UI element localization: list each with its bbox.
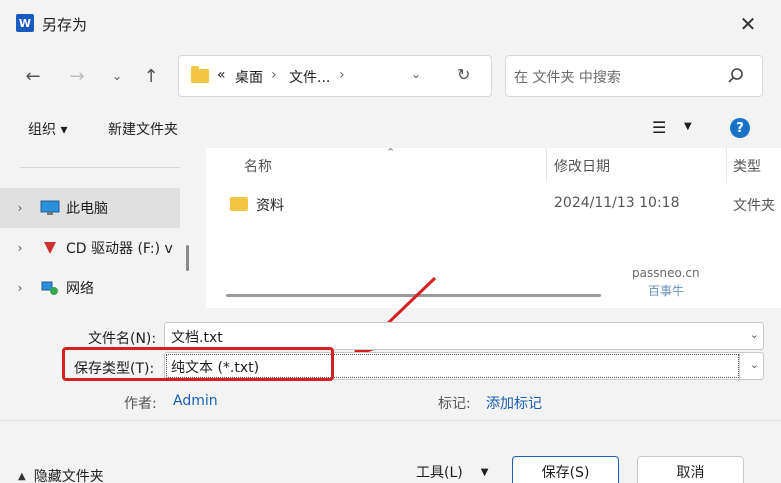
arrow-right-icon: → <box>69 65 85 87</box>
column-header-type[interactable]: 类型 <box>733 156 761 176</box>
sort-ascending-icon: ⌃ <box>386 146 396 159</box>
column-header-date[interactable]: 修改日期 <box>554 156 610 176</box>
window-title: 另存为 <box>42 16 88 34</box>
hide-folders-label: 隐藏文件夹 <box>33 469 104 483</box>
hide-folders-toggle[interactable]: ▲ 隐藏文件夹 <box>18 466 104 483</box>
sidebar-scrollbar[interactable] <box>186 245 189 271</box>
file-type: 文件夹 <box>733 198 775 214</box>
chevron-right-icon: › <box>339 67 345 83</box>
tags-label: 标记: <box>438 396 471 412</box>
sidebar-item-network[interactable]: › 网络 <box>0 268 180 308</box>
view-dropdown-icon[interactable]: ▼ <box>684 121 692 132</box>
tools-menu[interactable]: 工具(L) ▼ <box>416 462 488 482</box>
column-divider[interactable] <box>546 148 547 182</box>
word-app-icon: W <box>16 14 34 32</box>
author-link[interactable]: Admin <box>173 393 218 409</box>
chevron-right-icon: › <box>17 281 23 295</box>
sidebar-item-cd-drive[interactable]: › CD 驱动器 (F:) v <box>0 228 180 268</box>
cd-drive-icon <box>44 242 56 254</box>
dropdown-arrow-icon: ▼ <box>480 466 489 478</box>
address-overflow[interactable]: « <box>217 67 226 83</box>
view-list-icon[interactable]: ☰ <box>652 118 666 137</box>
table-row[interactable]: 资料 2024/11/13 10:18 文件夹 <box>206 188 781 220</box>
address-bar[interactable]: « 桌面 › 文件... › ⌄ ↻ <box>178 55 492 97</box>
divider <box>0 420 781 421</box>
chevron-down-icon: ⌄ <box>111 69 123 83</box>
file-date: 2024/11/13 10:18 <box>554 195 680 211</box>
breadcrumb-files[interactable]: 文件... <box>289 67 330 87</box>
sidebar-item-label: 网络 <box>66 281 94 297</box>
filename-value: 文档.txt <box>171 330 223 346</box>
file-name: 资料 <box>256 198 284 214</box>
chevron-down-icon[interactable]: ⌄ <box>750 358 759 371</box>
computer-icon <box>40 200 60 215</box>
navigation-pane: › 此电脑 › CD 驱动器 (F:) v › 网络 <box>0 148 190 308</box>
highlight-box <box>62 347 334 381</box>
arrow-up-icon: ↑ <box>143 65 159 87</box>
filename-field[interactable]: 文档.txt ⌄ <box>164 322 764 350</box>
chevron-right-icon: › <box>17 201 23 215</box>
save-label: 保存(S) <box>541 465 590 481</box>
column-header-name[interactable]: 名称 <box>244 156 272 176</box>
save-button[interactable]: 保存(S) <box>512 456 619 483</box>
author-label: 作者: <box>124 396 157 412</box>
divider <box>739 353 740 379</box>
folder-icon <box>230 197 248 211</box>
filename-label: 文件名(N): <box>88 331 157 347</box>
title-bar <box>0 0 781 48</box>
close-button[interactable]: ✕ <box>734 10 762 38</box>
forward-button[interactable]: → <box>62 62 92 90</box>
cancel-button[interactable]: 取消 <box>637 456 744 483</box>
chevron-right-icon: › <box>17 241 23 255</box>
sidebar-item-label: CD 驱动器 (F:) v <box>66 241 173 257</box>
search-icon <box>728 68 743 83</box>
refresh-icon[interactable]: ↻ <box>457 65 470 84</box>
sidebar-item-this-pc[interactable]: › 此电脑 <box>0 188 180 228</box>
divider <box>20 167 180 168</box>
up-button[interactable]: ↑ <box>136 62 166 90</box>
watermark-url: passneo.cn <box>632 266 700 280</box>
help-icon[interactable]: ? <box>730 118 750 138</box>
close-icon: ✕ <box>739 12 757 36</box>
chevron-up-icon: ▲ <box>18 470 26 482</box>
column-divider[interactable] <box>726 148 727 182</box>
breadcrumb-desktop[interactable]: 桌面 <box>235 67 263 87</box>
cancel-label: 取消 <box>676 465 705 481</box>
watermark-brand: 百事牛 <box>648 284 685 298</box>
arrow-left-icon: ← <box>25 65 41 87</box>
recent-locations-button[interactable]: ⌄ <box>102 62 132 90</box>
chevron-down-icon[interactable]: ⌄ <box>750 328 759 341</box>
chevron-right-icon: › <box>271 67 277 83</box>
back-button[interactable]: ← <box>18 62 48 90</box>
tools-label: 工具(L) <box>416 465 463 481</box>
add-tags-link[interactable]: 添加标记 <box>486 393 542 413</box>
new-folder-button[interactable]: 新建文件夹 <box>108 119 178 139</box>
file-list: ⌃ 名称 修改日期 类型 资料 2024/11/13 10:18 文件夹 pas… <box>206 146 781 308</box>
sidebar-item-label: 此电脑 <box>66 201 108 217</box>
search-placeholder: 在 文件夹 中搜索 <box>514 70 621 86</box>
network-icon <box>41 281 58 295</box>
folder-icon <box>191 66 209 83</box>
search-input[interactable]: 在 文件夹 中搜索 <box>505 55 763 97</box>
chevron-down-icon[interactable]: ⌄ <box>411 67 421 81</box>
organize-menu[interactable]: 组织 ▾ <box>28 119 67 139</box>
